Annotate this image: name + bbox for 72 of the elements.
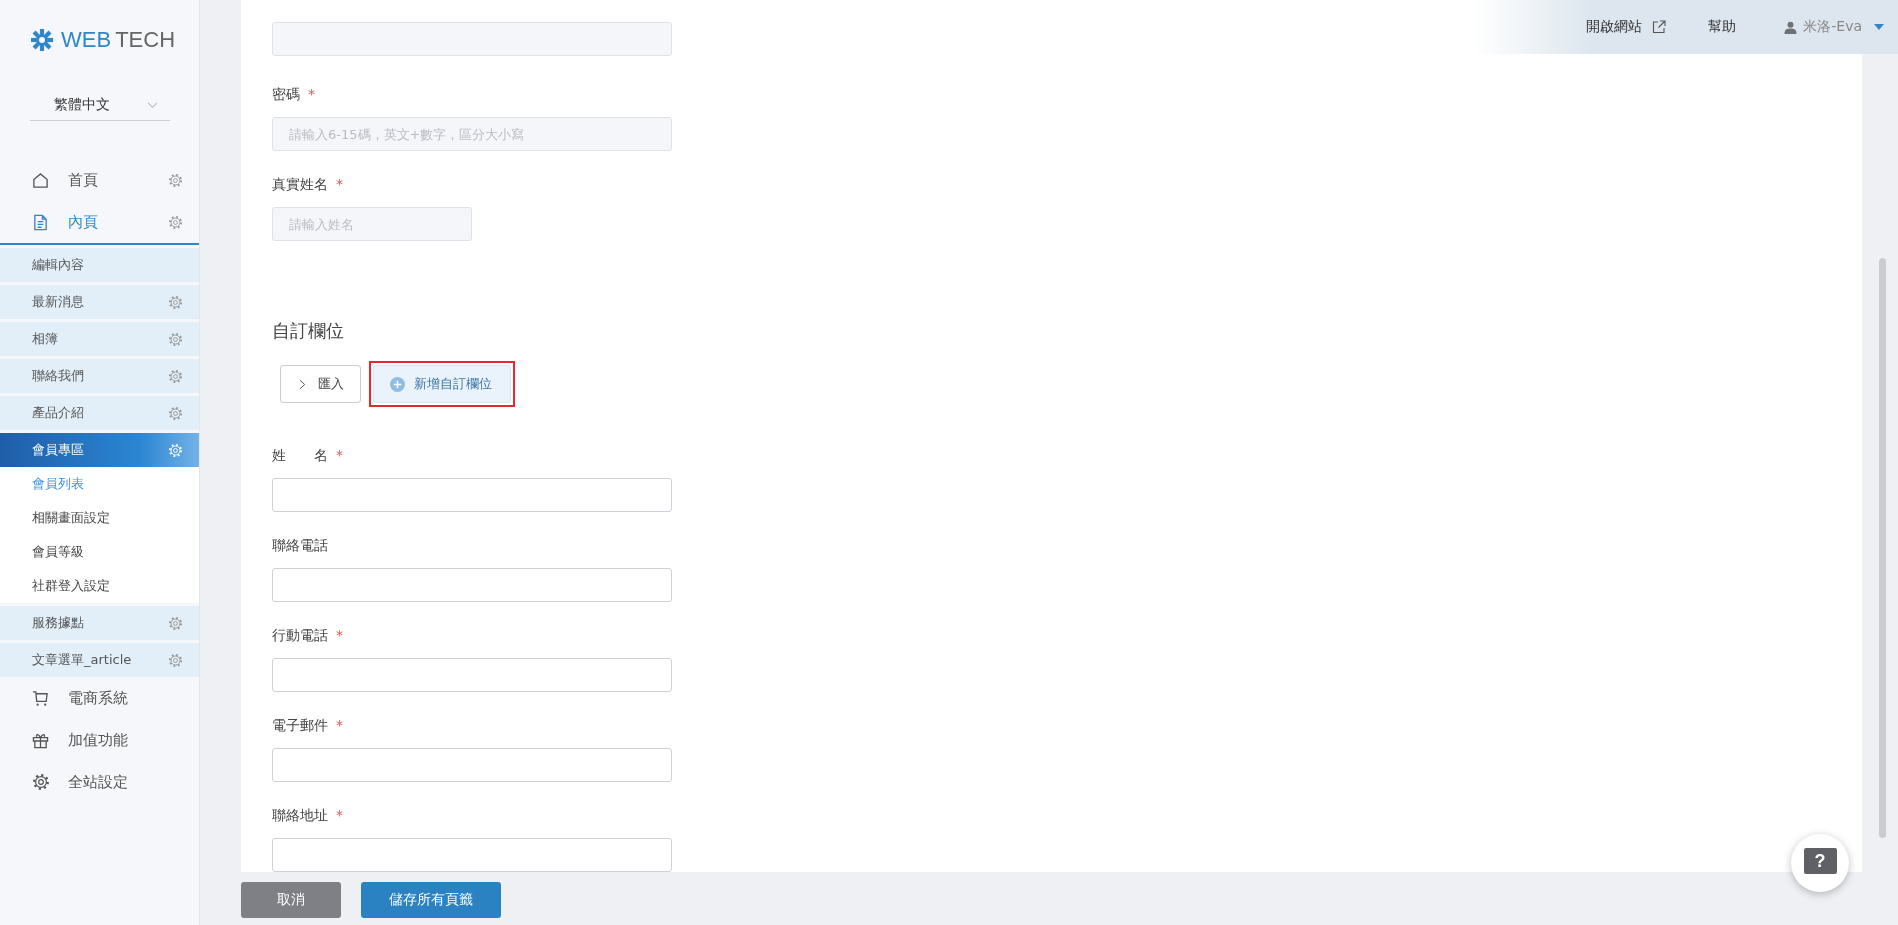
nav-item-label: 聯絡我們 (32, 367, 85, 385)
settings-icon[interactable] (168, 331, 183, 347)
chevron-down-icon (147, 101, 158, 109)
logo-text: WEB (61, 27, 112, 53)
field-label: 行動電話 (272, 627, 328, 645)
import-button[interactable]: 匯入 (280, 365, 361, 403)
input-field[interactable] (272, 478, 672, 512)
plus-circle-icon (390, 376, 405, 392)
required-mark: * (336, 627, 343, 645)
nav-item[interactable]: 加值功能 (68, 730, 128, 749)
field-label: 姓 名 (272, 447, 328, 465)
save-button[interactable]: 儲存所有頁籤 (361, 882, 501, 918)
nav-item-label: 相簿 (32, 330, 59, 348)
cart-icon (32, 689, 49, 707)
nav-item[interactable]: 編輯內容 (0, 248, 199, 282)
required-mark: * (336, 176, 343, 194)
nav-item-label: 會員專區 (32, 441, 85, 459)
settings-icon[interactable] (168, 294, 183, 310)
input-field[interactable] (272, 658, 672, 692)
required-mark: * (308, 86, 315, 104)
scrollbar-thumb[interactable] (1879, 258, 1886, 838)
input-field[interactable] (272, 748, 672, 782)
nav-item[interactable]: 全站設定 (68, 772, 128, 791)
nav-item[interactable]: 服務據點 (0, 606, 199, 640)
document-icon (32, 213, 49, 231)
nav-item[interactable]: 產品介紹 (0, 396, 199, 430)
nav-item[interactable]: 最新消息 (0, 285, 199, 319)
settings-icon[interactable] (168, 615, 183, 631)
nav-item[interactable]: 首頁 (68, 170, 98, 189)
settings-icon[interactable] (168, 368, 183, 384)
nav-item-label: 文章選單_article (32, 651, 133, 669)
home-icon (32, 171, 49, 189)
nav-item[interactable]: 電商系統 (68, 688, 128, 707)
language-select[interactable]: 繁體中文 (30, 96, 170, 121)
logo-text: TECH (115, 27, 175, 53)
nav-item[interactable]: 文章選單_article (0, 643, 199, 677)
field-label: 真實姓名 (272, 176, 328, 194)
gift-icon (32, 731, 49, 749)
help-button[interactable]: ? (1791, 834, 1849, 892)
input-field[interactable] (272, 838, 672, 872)
nav-item[interactable]: 會員等級 (32, 543, 84, 561)
caret-down-icon (1874, 24, 1884, 30)
nav-item[interactable]: 聯絡我們 (0, 359, 199, 393)
chevron-right-icon (299, 378, 306, 390)
settings-icon[interactable] (168, 172, 183, 188)
asterisk-logo-icon (30, 28, 54, 52)
nav-item-label: 服務據點 (32, 614, 85, 632)
required-mark: * (336, 447, 343, 465)
nav-item-label: 最新消息 (32, 293, 85, 311)
nav-item-label: 編輯內容 (32, 256, 85, 274)
add-custom-field-button[interactable]: 新增自訂欄位 (373, 365, 511, 403)
nav-item-label: 產品介紹 (32, 404, 85, 422)
section-title: 自訂欄位 (272, 319, 345, 343)
field-label: 密碼 (272, 86, 300, 104)
settings-icon[interactable] (168, 652, 183, 668)
help-link[interactable]: 幫助 (1708, 18, 1737, 36)
settings-icon[interactable] (168, 405, 183, 421)
user-icon (1784, 20, 1798, 34)
nav-item[interactable]: 相簿 (0, 322, 199, 356)
cancel-button[interactable]: 取消 (241, 882, 341, 918)
required-mark: * (336, 717, 343, 735)
required-mark: * (336, 807, 343, 825)
nav-item[interactable]: 會員專區 (0, 433, 199, 467)
open-site-link[interactable]: 開啟網站 (1586, 18, 1667, 36)
input-field[interactable] (272, 568, 672, 602)
field-label: 聯絡電話 (272, 537, 328, 555)
settings-icon[interactable] (168, 214, 183, 230)
field-label: 聯絡地址 (272, 807, 328, 825)
field-label: 電子郵件 (272, 717, 328, 735)
nav-item[interactable]: 內頁 (68, 212, 98, 231)
external-link-icon (1652, 20, 1667, 34)
settings-icon (32, 773, 50, 791)
